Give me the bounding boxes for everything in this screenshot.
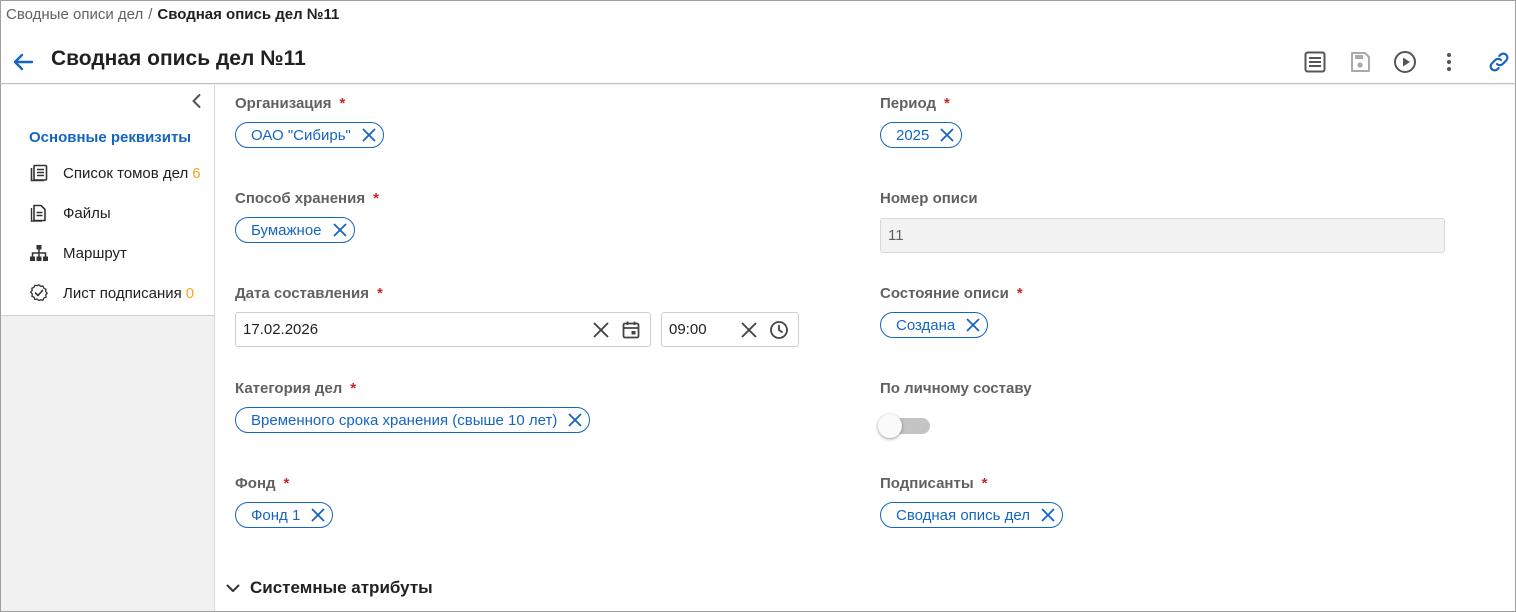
chevron-down-icon: [224, 579, 242, 597]
sidebar-item-label: Файлы: [63, 204, 111, 222]
storage-chip-label: Бумажное: [251, 221, 322, 239]
page-title: Сводная опись дел №11: [51, 47, 306, 70]
sidebar-item-label: Список томов дел: [63, 164, 189, 182]
state-label: Состояние описи *: [880, 285, 1023, 302]
breadcrumb-parent[interactable]: Сводные описи дел: [6, 6, 143, 23]
toggle-thumb: [878, 414, 902, 438]
route-tree-icon: [29, 243, 49, 263]
required-marker: *: [350, 380, 357, 397]
sidebar-nav: Основные реквизиты Список томов дел 6 Фа…: [1, 85, 214, 316]
number-value: 11: [888, 227, 904, 244]
storage-chip[interactable]: Бумажное: [235, 217, 355, 243]
save-icon[interactable]: [1347, 49, 1373, 75]
category-chip[interactable]: Временного срока хранения (свыше 10 лет): [235, 407, 591, 433]
organization-label: Организация *: [235, 95, 345, 112]
close-icon[interactable]: [965, 317, 981, 333]
sidebar-item-main-details[interactable]: Основные реквизиты: [1, 121, 214, 153]
state-label-text: Состояние описи: [880, 285, 1009, 302]
state-chip[interactable]: Создана: [880, 312, 989, 338]
organization-chip-label: ОАО "Сибирь": [251, 126, 351, 144]
sidebar-item-count: 6: [192, 164, 201, 182]
fund-chip-label: Фонд 1: [251, 506, 301, 524]
sidebar-item-label: Основные реквизиты: [29, 128, 192, 146]
category-chip-label: Временного срока хранения (свыше 10 лет): [251, 411, 558, 429]
signers-chip[interactable]: Сводная опись дел: [880, 502, 1063, 528]
signers-label: Подписанты *: [880, 475, 987, 492]
breadcrumb: Сводные описи дел / Сводная опись дел №11: [6, 6, 339, 23]
personnel-label: По личному составу: [880, 380, 1032, 397]
fund-label: Фонд *: [235, 475, 289, 492]
number-label-text: Номер описи: [880, 190, 978, 207]
close-icon[interactable]: [332, 222, 348, 238]
storage-label-text: Способ хранения: [235, 190, 366, 207]
back-arrow-icon[interactable]: [10, 50, 36, 74]
required-marker: *: [376, 285, 383, 302]
fund-label-text: Фонд: [235, 475, 276, 492]
more-vert-icon[interactable]: [1436, 49, 1462, 75]
category-label: Категория дел *: [235, 380, 356, 397]
close-icon[interactable]: [1040, 507, 1056, 523]
date-label-text: Дата составления: [235, 285, 369, 302]
play-icon[interactable]: [1392, 49, 1418, 75]
close-icon[interactable]: [939, 127, 955, 143]
calendar-icon[interactable]: [620, 319, 642, 341]
period-label: Период *: [880, 95, 950, 112]
volumes-list-icon: [29, 163, 49, 183]
organization-chip[interactable]: ОАО "Сибирь": [235, 122, 384, 148]
close-icon[interactable]: [361, 127, 377, 143]
app-frame: [0, 0, 1516, 612]
sidebar-item-route[interactable]: Маршрут: [1, 237, 214, 269]
file-icon: [29, 203, 49, 223]
close-icon[interactable]: [567, 412, 583, 428]
breadcrumb-separator: /: [148, 6, 153, 23]
sidebar-item-signing-sheet[interactable]: Лист подписания 0: [1, 277, 214, 309]
required-marker: *: [339, 95, 346, 112]
date-value: 17.02.2026: [243, 321, 319, 338]
date-input[interactable]: 17.02.2026: [235, 312, 651, 347]
system-attributes-section[interactable]: Системные атрибуты: [224, 578, 433, 598]
clear-icon[interactable]: [738, 319, 760, 341]
required-marker: *: [373, 190, 379, 207]
time-value: 09:00: [669, 321, 707, 338]
period-label-text: Период: [880, 95, 936, 112]
required-marker: *: [283, 475, 290, 492]
sidebar-item-volumes[interactable]: Список томов дел 6: [1, 157, 214, 189]
title-bar: Сводная опись дел №11: [0, 38, 1516, 84]
organization-label-text: Организация: [235, 95, 332, 112]
signature-badge-icon: [29, 283, 49, 303]
required-marker: *: [944, 95, 950, 112]
sidebar-item-label: Лист подписания: [63, 284, 182, 302]
signers-label-text: Подписанты: [880, 475, 974, 492]
list-view-icon[interactable]: [1302, 49, 1328, 75]
required-marker: *: [1016, 285, 1023, 302]
category-label-text: Категория дел: [235, 380, 343, 397]
chevron-left-icon[interactable]: [187, 91, 207, 111]
date-label: Дата составления *: [235, 285, 383, 302]
personnel-label-text: По личному составу: [880, 380, 1032, 397]
signers-chip-label: Сводная опись дел: [896, 506, 1030, 524]
sidebar-item-files[interactable]: Файлы: [1, 197, 214, 229]
state-chip-label: Создана: [896, 316, 956, 334]
link-icon[interactable]: [1486, 49, 1512, 75]
time-input[interactable]: 09:00: [661, 312, 799, 347]
sidebar-item-count: 0: [185, 284, 195, 302]
breadcrumb-current: Сводная опись дел №11: [157, 6, 340, 23]
number-label: Номер описи: [880, 190, 978, 207]
period-chip[interactable]: 2025: [880, 122, 963, 148]
close-icon[interactable]: [310, 507, 326, 523]
sidebar: Основные реквизиты Список томов дел 6 Фа…: [1, 85, 215, 611]
clock-icon[interactable]: [768, 319, 790, 341]
personnel-toggle[interactable]: [878, 414, 932, 438]
section-title: Системные атрибуты: [250, 578, 433, 597]
period-chip-label: 2025: [896, 126, 930, 144]
clear-icon[interactable]: [590, 319, 612, 341]
sidebar-item-label: Маршрут: [63, 244, 127, 262]
fund-chip[interactable]: Фонд 1: [235, 502, 334, 528]
number-field: 11: [880, 218, 1445, 253]
storage-label: Способ хранения *: [235, 190, 379, 207]
required-marker: *: [981, 475, 988, 492]
